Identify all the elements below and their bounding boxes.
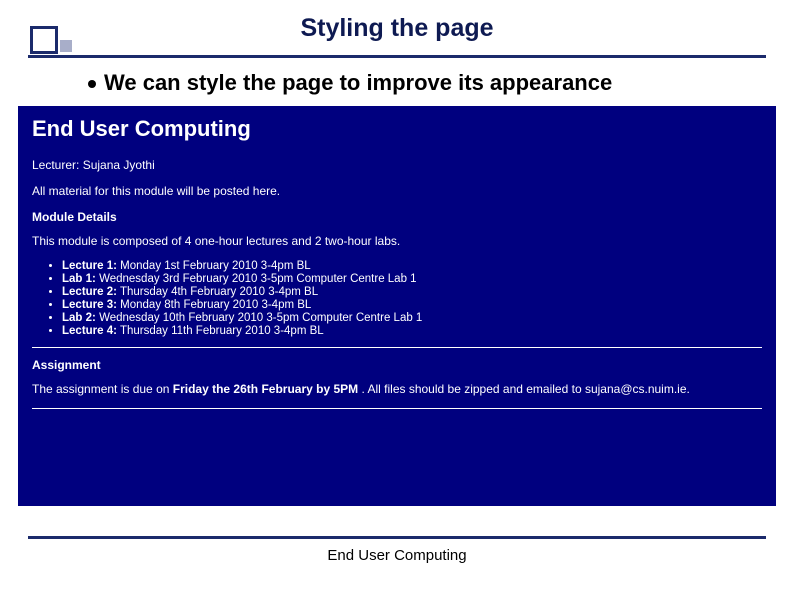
bullet-line: We can style the page to improve its app…	[88, 70, 764, 96]
divider	[32, 408, 762, 409]
footer-text: End User Computing	[0, 547, 794, 564]
slide-title: Styling the page	[0, 14, 794, 43]
lecturer-line: Lecturer: Sujana Jyothi	[32, 158, 762, 172]
assignment-label: Assignment	[32, 358, 762, 372]
material-line: All material for this module will be pos…	[32, 184, 762, 198]
assignment-text: The assignment is due on Friday the 26th…	[32, 382, 762, 396]
styled-page-preview: End User Computing Lecturer: Sujana Jyot…	[18, 106, 776, 506]
schedule-list: Lecture 1: Monday 1st February 2010 3-4p…	[62, 260, 762, 337]
list-item: Lecture 1: Monday 1st February 2010 3-4p…	[62, 260, 762, 272]
footer-underline	[28, 536, 766, 539]
list-item: Lab 1: Wednesday 3rd February 2010 3-5pm…	[62, 273, 762, 285]
list-item: Lecture 3: Monday 8th February 2010 3-4p…	[62, 299, 762, 311]
list-item: Lecture 4: Thursday 11th February 2010 3…	[62, 325, 762, 337]
module-details-label: Module Details	[32, 210, 762, 224]
module-composition: This module is composed of 4 one-hour le…	[32, 234, 762, 248]
list-item: Lab 2: Wednesday 10th February 2010 3-5p…	[62, 312, 762, 324]
bullet-dot-icon	[88, 80, 96, 88]
divider	[32, 347, 762, 348]
title-underline	[28, 55, 766, 58]
bullet-content: We can style the page to improve its app…	[104, 70, 612, 95]
slide-decoration	[30, 26, 72, 57]
preview-heading: End User Computing	[32, 116, 762, 142]
list-item: Lecture 2: Thursday 4th February 2010 3-…	[62, 286, 762, 298]
